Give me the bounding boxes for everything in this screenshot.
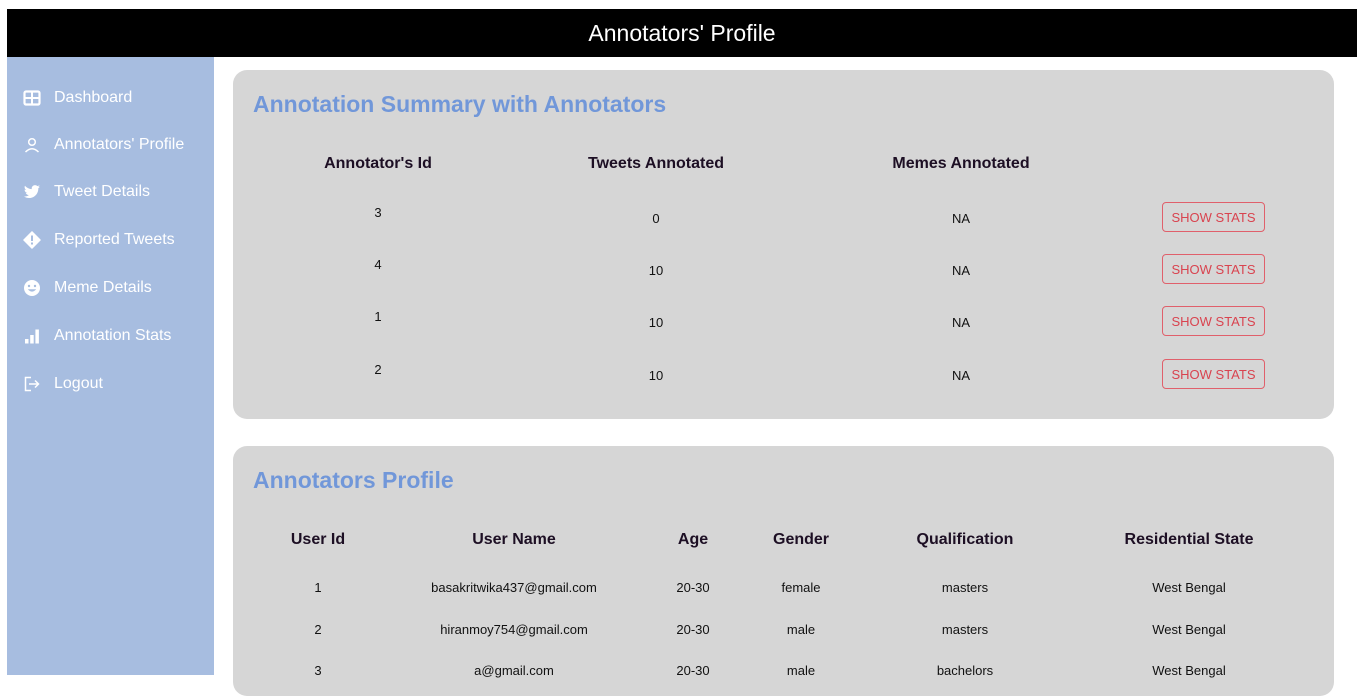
sidebar-item-reported-tweets[interactable]: Reported Tweets [7,225,214,255]
residential-state-cell: West Bengal [1152,622,1226,637]
annotator-id-cell: 1 [374,309,382,324]
column-header-qualification: Qualification [916,531,1014,548]
memes-annotated-cell: NA [951,315,971,330]
column-header-memes-annotated: Memes Annotated [892,155,1030,172]
report-diamond-icon [23,231,41,249]
user-id-cell: 3 [314,663,322,678]
annotators-profile-card: Annotators Profile User Id User Name Age… [233,446,1334,696]
gender-cell: male [786,663,816,678]
annotation-summary-title: Annotation Summary with Annotators [253,91,667,117]
smiley-icon [23,279,41,297]
memes-annotated-cell: NA [951,263,971,278]
user-name-cell: a@gmail.com [474,663,554,678]
user-name-cell: hiranmoy754@gmail.com [440,622,588,637]
gender-cell: male [786,622,816,637]
sidebar-item-meme-details[interactable]: Meme Details [7,273,214,303]
sidebar-item-label: Annotators' Profile [54,136,185,153]
user-id-cell: 2 [314,622,322,637]
bar-chart-icon [23,327,41,345]
column-header-user-id: User Id [290,531,346,548]
column-header-annotator-id: Annotator's Id [324,155,432,172]
qualification-cell: masters [941,622,989,637]
sidebar-item-annotation-stats[interactable]: Annotation Stats [7,321,214,351]
memes-annotated-cell: NA [951,368,971,383]
show-stats-button[interactable]: SHOW STATS [1162,254,1265,284]
logout-icon [23,375,41,393]
column-header-gender: Gender [772,531,830,548]
gender-cell: female [781,580,821,595]
sidebar-item-label: Dashboard [54,89,133,106]
sidebar: Dashboard Annotators' Profile Tweet Deta… [7,57,214,675]
sidebar-item-logout[interactable]: Logout [7,369,214,399]
tweets-annotated-cell: 10 [648,315,664,330]
sidebar-item-annotators-profile[interactable]: Annotators' Profile [7,130,214,160]
sidebar-item-dashboard[interactable]: Dashboard [7,83,214,113]
tweets-annotated-cell: 10 [648,263,664,278]
page-title: Annotators' Profile [588,19,776,46]
twitter-bird-icon [23,183,41,201]
column-header-residential-state: Residential State [1124,531,1254,548]
annotator-id-cell: 3 [374,205,382,220]
sidebar-item-label: Logout [54,375,103,392]
annotation-summary-card: Annotation Summary with Annotators Annot… [233,70,1334,419]
dashboard-icon [23,89,41,107]
sidebar-item-label: Reported Tweets [54,231,175,248]
page-header: Annotators' Profile [7,9,1357,57]
memes-annotated-cell: NA [951,211,971,226]
column-header-user-name: User Name [472,531,556,548]
person-icon [23,136,41,154]
age-cell: 20-30 [676,580,710,595]
residential-state-cell: West Bengal [1152,580,1226,595]
tweets-annotated-cell: 0 [652,211,660,226]
user-id-cell: 1 [314,580,322,595]
show-stats-button[interactable]: SHOW STATS [1162,202,1265,232]
annotators-profile-title: Annotators Profile [253,467,454,493]
qualification-cell: masters [941,580,989,595]
sidebar-item-label: Tweet Details [54,183,151,200]
age-cell: 20-30 [676,663,710,678]
residential-state-cell: West Bengal [1152,663,1226,678]
show-stats-button[interactable]: SHOW STATS [1162,359,1265,389]
age-cell: 20-30 [676,622,710,637]
user-name-cell: basakritwika437@gmail.com [431,580,597,595]
sidebar-item-label: Annotation Stats [54,327,172,344]
qualification-cell: bachelors [936,663,994,678]
show-stats-button[interactable]: SHOW STATS [1162,306,1265,336]
annotator-id-cell: 2 [374,362,382,377]
sidebar-item-label: Meme Details [54,279,152,296]
sidebar-item-tweet-details[interactable]: Tweet Details [7,177,214,207]
column-header-age: Age [677,531,709,548]
column-header-tweets-annotated: Tweets Annotated [587,155,725,172]
annotator-id-cell: 4 [374,257,382,272]
tweets-annotated-cell: 10 [648,368,664,383]
